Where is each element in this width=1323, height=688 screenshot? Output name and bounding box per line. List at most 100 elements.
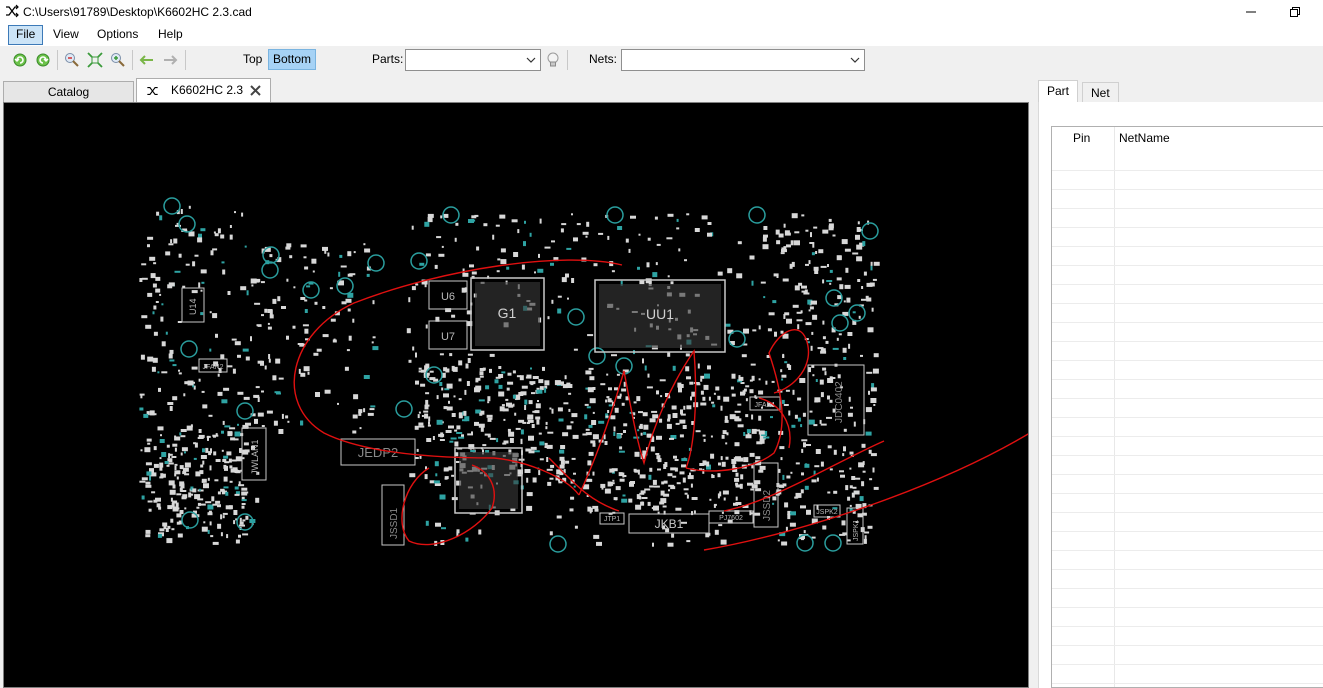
component-pad bbox=[159, 293, 162, 296]
component-pad bbox=[251, 284, 254, 287]
lightbulb-icon[interactable] bbox=[544, 51, 562, 69]
minimize-button[interactable] bbox=[1228, 0, 1274, 23]
component-pad bbox=[275, 358, 281, 364]
component-pad bbox=[794, 414, 798, 419]
component-pad bbox=[812, 314, 818, 320]
component-pad bbox=[167, 284, 173, 289]
tab-part[interactable]: Part bbox=[1038, 80, 1079, 103]
component-pad bbox=[438, 253, 445, 257]
parts-combobox[interactable] bbox=[405, 49, 541, 71]
component-pad bbox=[646, 386, 653, 389]
connector-jfan1[interactable]: JFAN1 bbox=[749, 396, 781, 411]
component-pad bbox=[801, 214, 805, 217]
side-bottom-toggle[interactable]: Bottom bbox=[268, 49, 317, 70]
component-pad bbox=[820, 392, 824, 398]
table-row-line bbox=[1052, 683, 1323, 684]
component-pad bbox=[529, 232, 532, 237]
component-pad bbox=[802, 412, 806, 417]
component-pad bbox=[815, 449, 821, 454]
connector-jkb[interactable]: JKB1 bbox=[628, 513, 710, 534]
tab-board-file[interactable]: K6602HC 2.3 bbox=[136, 78, 271, 102]
component-pad bbox=[852, 252, 859, 255]
component-pad bbox=[779, 484, 782, 488]
restore-icon bbox=[1290, 6, 1300, 17]
component-pad bbox=[872, 467, 875, 473]
menu-help[interactable]: Help bbox=[151, 25, 190, 45]
back-arrow-icon[interactable] bbox=[138, 51, 156, 69]
chip-u7[interactable]: U7 bbox=[428, 320, 468, 350]
connector-jfan2[interactable]: JFAN2 bbox=[198, 358, 228, 373]
component-pad bbox=[183, 393, 186, 397]
board-canvas[interactable]: G1 UU1 U6 U7 U14 JEDP2 JWLAN1 JKB1 JSSD1… bbox=[3, 102, 1029, 688]
component-pad bbox=[589, 376, 595, 381]
component-pad bbox=[221, 261, 225, 264]
component-pad bbox=[680, 413, 686, 416]
tab-catalog[interactable]: Catalog bbox=[3, 81, 134, 102]
component-pad bbox=[804, 463, 810, 468]
fit-view-icon[interactable] bbox=[86, 51, 104, 69]
component-pad bbox=[544, 246, 551, 249]
component-pad bbox=[303, 366, 310, 372]
component-pad bbox=[532, 376, 539, 379]
component-pad bbox=[143, 413, 149, 418]
component-pad bbox=[573, 348, 578, 351]
component-pad bbox=[637, 429, 640, 432]
component-pad bbox=[176, 513, 182, 518]
zoom-out-icon[interactable] bbox=[63, 51, 81, 69]
menu-options[interactable]: Options bbox=[90, 25, 145, 45]
chip-u6[interactable]: U6 bbox=[428, 280, 468, 310]
component-pad bbox=[613, 432, 616, 436]
restore-button[interactable] bbox=[1272, 0, 1318, 23]
board-layout[interactable]: G1 UU1 U6 U7 U14 JEDP2 JWLAN1 JKB1 JSSD1… bbox=[4, 103, 1028, 687]
rotate-right-icon[interactable] bbox=[34, 51, 52, 69]
close-icon[interactable] bbox=[249, 84, 262, 97]
component-pad bbox=[512, 370, 516, 374]
mounting-hole bbox=[549, 535, 567, 553]
nets-combobox[interactable] bbox=[621, 49, 865, 71]
forward-arrow-icon[interactable] bbox=[161, 51, 179, 69]
chip-g1[interactable]: G1 bbox=[470, 277, 545, 351]
component-pad bbox=[724, 415, 728, 421]
component-pad bbox=[521, 264, 525, 270]
menu-view[interactable]: View bbox=[46, 25, 86, 45]
connector-pj[interactable]: PJ7602 bbox=[708, 510, 754, 524]
component-pad bbox=[735, 472, 739, 477]
component-pad bbox=[816, 477, 819, 482]
component-pad bbox=[828, 225, 834, 231]
column-header-netname[interactable]: NetName bbox=[1119, 131, 1170, 145]
component-pad bbox=[433, 480, 440, 484]
menu-file[interactable]: File bbox=[8, 25, 44, 45]
menu-bar: File View Options Help bbox=[0, 23, 1323, 46]
component-pad bbox=[822, 525, 827, 530]
column-header-pin[interactable]: Pin bbox=[1073, 131, 1090, 145]
chip-uu1[interactable]: UU1 bbox=[594, 279, 726, 353]
side-panel-tabs: Part Net bbox=[1038, 80, 1323, 103]
component-pad bbox=[629, 481, 634, 487]
side-top-toggle[interactable]: Top bbox=[239, 49, 266, 70]
component-pad bbox=[746, 429, 751, 434]
component-pad bbox=[685, 366, 690, 372]
component-pad bbox=[198, 378, 201, 382]
component-pad bbox=[144, 447, 151, 453]
component-pad bbox=[656, 390, 659, 395]
component-pad bbox=[804, 289, 808, 293]
rotate-left-icon[interactable] bbox=[11, 51, 29, 69]
pin-net-table[interactable]: Pin NetName bbox=[1051, 126, 1323, 688]
component-pad bbox=[372, 336, 376, 339]
zoom-in-icon[interactable] bbox=[109, 51, 127, 69]
component-pad bbox=[177, 321, 182, 323]
component-pad bbox=[496, 270, 500, 273]
component-pad bbox=[443, 367, 448, 372]
component-pad bbox=[155, 288, 161, 293]
component-pad bbox=[863, 271, 867, 276]
component-pad bbox=[710, 435, 713, 438]
component-pad bbox=[306, 285, 311, 288]
component-pad bbox=[663, 464, 667, 469]
component-pad bbox=[676, 227, 680, 230]
tab-net[interactable]: Net bbox=[1082, 82, 1119, 103]
connector-jssd1[interactable]: JSSD1 bbox=[381, 484, 405, 546]
component-pad bbox=[207, 435, 209, 441]
component-pad bbox=[586, 221, 590, 227]
component-pad bbox=[496, 438, 499, 443]
component-pad bbox=[754, 512, 761, 516]
